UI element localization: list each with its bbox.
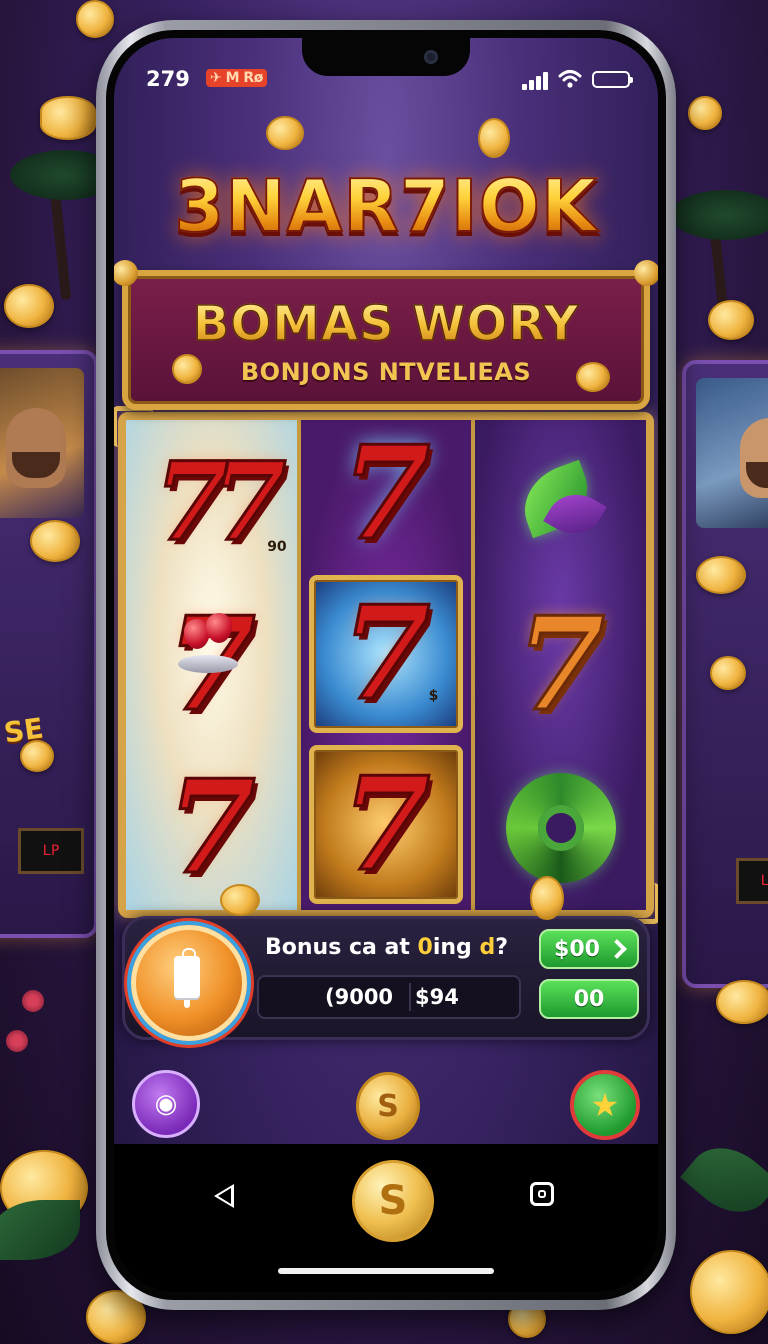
bonus-panel: Bonus ca at 0ing d? (9000 $94 $00 00 bbox=[122, 916, 650, 1041]
swirl-icon bbox=[505, 773, 616, 884]
reel-2: 7 7 $ 7 bbox=[300, 420, 476, 910]
home-button[interactable]: S bbox=[352, 1160, 434, 1242]
status-app-badge: ✈ M Rø bbox=[206, 69, 267, 87]
bonus-question: Bonus ca at 0ing d? bbox=[265, 935, 508, 960]
seven-symbol: 7 bbox=[340, 749, 432, 900]
coin-icon bbox=[266, 116, 304, 150]
coin-icon bbox=[220, 884, 260, 916]
banner-subtitle: BONJONS NTVELIEAS bbox=[240, 358, 532, 386]
coin-icon bbox=[40, 96, 96, 140]
cabinet-display: LP bbox=[18, 828, 84, 874]
phone-frame: 279 ✈ M Rø 3NAR7IOK BOMAS WORY BONJONS N… bbox=[96, 20, 676, 1310]
cabinet-screen bbox=[0, 368, 84, 518]
reel-3: 7 bbox=[475, 420, 647, 910]
reel-symbol bbox=[475, 420, 646, 583]
phone-screen: 279 ✈ M Rø 3NAR7IOK BOMAS WORY BONJONS N… bbox=[114, 38, 658, 1292]
seven-symbol: 7 bbox=[165, 753, 257, 904]
reel-symbol: 7 bbox=[301, 420, 472, 569]
arcade-cabinet-left: LP bbox=[0, 350, 98, 938]
reel-symbol: 7 $ bbox=[308, 574, 464, 734]
star-icon: ★ bbox=[590, 1086, 620, 1124]
game-title: 3NAR7IOK bbox=[114, 163, 658, 249]
seven-symbol: 7 bbox=[515, 589, 607, 740]
double-seven-symbol: 77 bbox=[153, 438, 288, 565]
question-text: ? bbox=[495, 935, 508, 960]
claim-button[interactable]: 00 bbox=[539, 979, 639, 1019]
coin-icon bbox=[30, 520, 80, 562]
coin-icon bbox=[708, 300, 754, 340]
coin-icon bbox=[530, 876, 564, 920]
question-highlight: 0 bbox=[417, 935, 433, 960]
coin-icon bbox=[690, 1250, 768, 1334]
navigation-bar: S bbox=[114, 1144, 658, 1292]
reel-1: 77 90 7 7 bbox=[126, 420, 301, 910]
coin-icon bbox=[4, 284, 54, 328]
back-triangle-icon[interactable] bbox=[214, 1184, 234, 1208]
monster-icon[interactable]: ◉ bbox=[132, 1070, 200, 1138]
seven-symbol: 7 bbox=[340, 579, 432, 729]
coin-symbol: S bbox=[377, 1088, 399, 1124]
reel-symbol: 7 bbox=[475, 583, 646, 746]
leaf-icon bbox=[0, 1200, 80, 1260]
reel-symbol: 7 bbox=[126, 747, 297, 910]
bonus-banner: BOMAS WORY BONJONS NTVELIEAS bbox=[114, 260, 658, 410]
coin-icon bbox=[710, 656, 746, 690]
home-indicator[interactable] bbox=[278, 1268, 494, 1274]
recent-apps-icon[interactable] bbox=[530, 1182, 554, 1206]
chevron-right-icon bbox=[607, 939, 627, 959]
button-label: $00 bbox=[554, 936, 600, 962]
seven-symbol: 7 bbox=[340, 419, 432, 570]
flower-icon bbox=[6, 1030, 28, 1052]
home-symbol: S bbox=[378, 1178, 408, 1224]
character-portrait bbox=[740, 418, 768, 498]
amount-right: $94 bbox=[415, 985, 459, 1009]
collect-button[interactable]: $00 bbox=[539, 929, 639, 969]
symbol-tag: 90 bbox=[267, 539, 287, 556]
coin-icon bbox=[576, 362, 610, 392]
coin-icon bbox=[478, 118, 510, 158]
question-highlight: d bbox=[479, 935, 496, 960]
banner-title: BOMAS WORY bbox=[128, 295, 644, 353]
notch bbox=[302, 38, 470, 76]
flower-icon bbox=[22, 990, 44, 1012]
coin-icon bbox=[76, 0, 114, 38]
wifi-icon bbox=[558, 70, 582, 88]
signal-bars-icon bbox=[522, 70, 552, 90]
coin-icon bbox=[716, 980, 768, 1024]
coin-icon bbox=[172, 354, 202, 384]
reel-symbol: 77 90 bbox=[126, 420, 297, 583]
button-label: 00 bbox=[573, 986, 605, 1012]
leaf-icon bbox=[680, 1131, 768, 1229]
question-text: Bonus ca at bbox=[265, 935, 418, 960]
amount-left: (9000 bbox=[325, 985, 394, 1009]
strawberry-icon bbox=[178, 613, 238, 674]
character-portrait bbox=[6, 408, 66, 488]
symbol-tag: $ bbox=[428, 688, 439, 705]
slot-reels[interactable]: 77 90 7 7 7 7 $ 7 7 bbox=[114, 406, 658, 924]
reel-symbol: 7 bbox=[308, 745, 464, 905]
coin-icon bbox=[696, 556, 746, 594]
phone-bezel: 279 ✈ M Rø 3NAR7IOK BOMAS WORY BONJONS N… bbox=[106, 30, 666, 1300]
bonus-bag-icon[interactable] bbox=[131, 925, 247, 1041]
camera-icon bbox=[424, 50, 438, 64]
coin-icon bbox=[20, 740, 54, 772]
star-button[interactable]: ★ bbox=[570, 1070, 640, 1140]
reel-symbol: 7 bbox=[126, 583, 297, 746]
coin-icon bbox=[688, 96, 722, 130]
coin-button[interactable]: S bbox=[356, 1072, 420, 1140]
status-time: 279 bbox=[146, 67, 190, 91]
cabinet-screen bbox=[696, 378, 768, 528]
bonus-amount-field[interactable]: (9000 $94 bbox=[257, 975, 521, 1019]
leaf-icon bbox=[511, 462, 611, 542]
question-text: ing bbox=[432, 935, 480, 960]
cabinet-display: LP bbox=[736, 858, 768, 904]
battery-icon bbox=[592, 71, 633, 88]
divider bbox=[409, 983, 411, 1011]
